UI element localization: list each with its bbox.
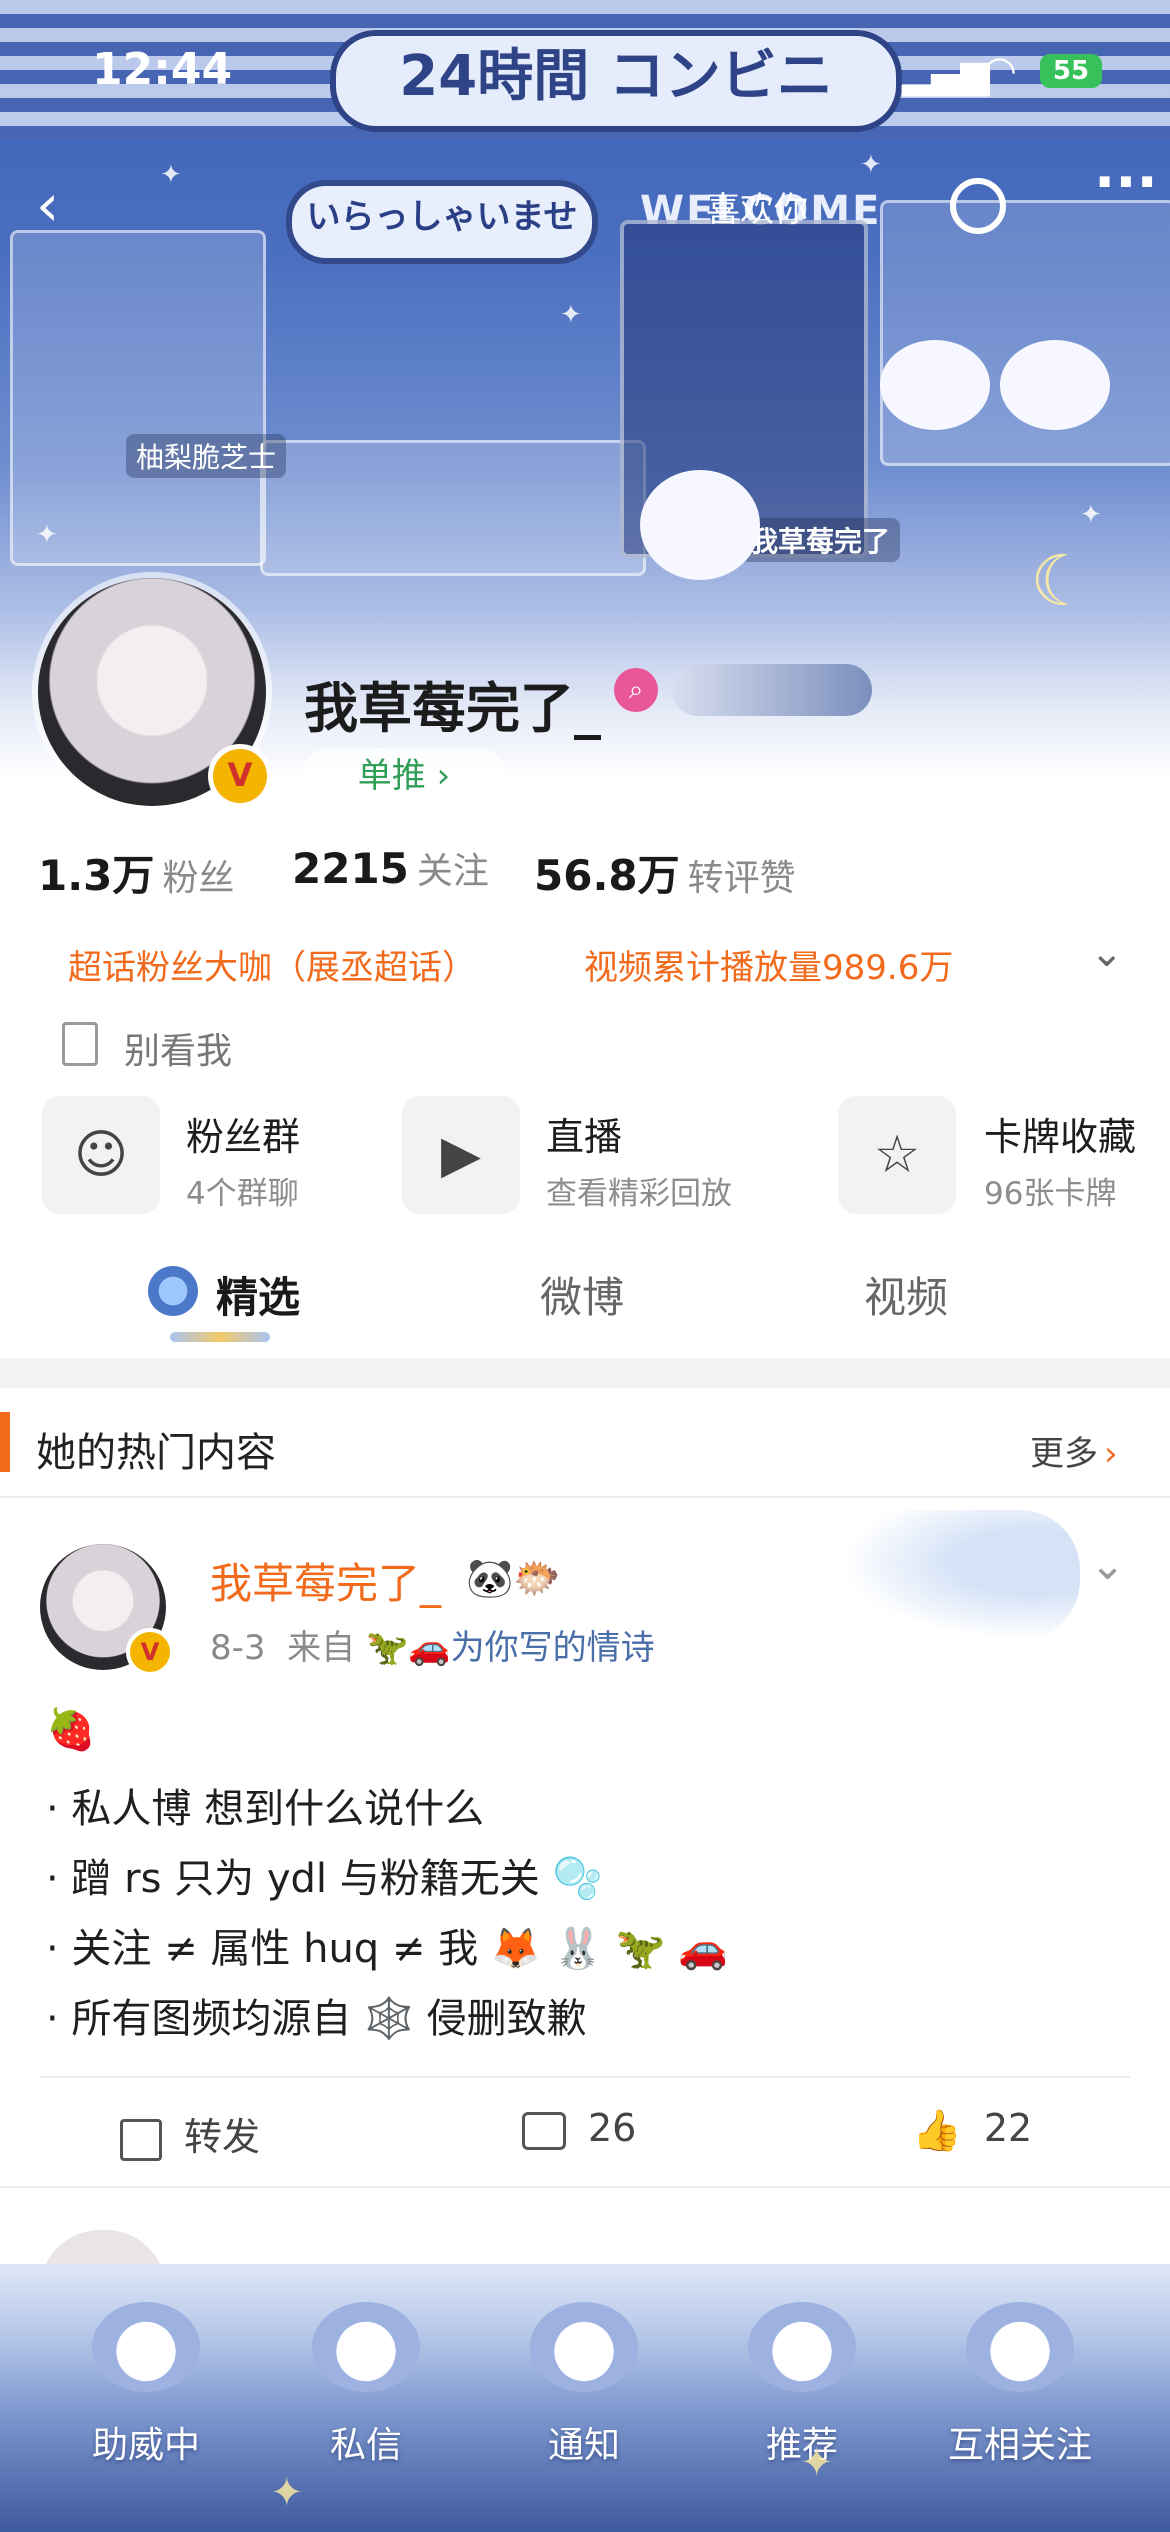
sparkle-icon: ✦ [270,2470,304,2516]
divider-line [0,2186,1170,2188]
moon-icon: ☾ [1030,540,1093,622]
store-sign: 24時間 コンビニ [330,30,902,132]
message-icon [312,2302,420,2392]
signal-icon: ▂▄▆ [902,52,990,96]
tab-featured[interactable]: 精选 [216,1264,300,1325]
battery-indicator: 55 [1040,54,1102,88]
card-collection[interactable]: ☆ 卡牌收藏 96张卡牌 [838,1096,1170,1216]
divider-line [0,1496,1170,1498]
comment-button[interactable]: 26 [522,2106,636,2150]
stat-followers[interactable]: 1.3万 粉丝 [38,842,234,903]
welcome-sign-jp: いらっしゃいませ [286,180,598,264]
store-counter [260,440,646,576]
more-icon[interactable]: ··· [1094,150,1158,215]
post-line: · 蹭 rs 只为 ydl 与粉籍无关 🫧 [46,1856,603,1902]
card-fan-group[interactable]: ☺ 粉丝群 4个群聊 [42,1096,422,1216]
sparkle-icon: ✦ [860,150,882,180]
status-time: 12:44 [92,44,233,95]
post-author-emoji: 🐼🐡 [466,1556,561,1600]
post-source[interactable]: 为你写的情诗 [451,1628,655,1668]
stat-following[interactable]: 2215 关注 [292,842,489,894]
post-line: · 关注 ≠ 属性 huq ≠ 我 🦊 🐰 🦖 🚗 [46,1926,729,1972]
repost-button[interactable]: 转发 [120,2106,260,2161]
verified-badge-icon: V [208,744,272,808]
sparkle-icon: ✦ [36,520,58,550]
document-icon [62,1022,98,1066]
hot-content-title: 她的热门内容 [36,1430,276,1476]
cheer-icon [92,2302,200,2392]
banner-user-tag: 柚梨脆芝士 [126,434,287,478]
notification-icon [530,2302,638,2392]
recommend-icon [748,2302,856,2392]
chevron-right-icon: › [1104,1434,1118,1474]
sparkle-icon: ✦ [560,300,582,330]
post-line: 🍓 [46,1707,96,1753]
like-button[interactable]: 👍 22 [912,2106,1032,2154]
tab-indicator [170,1332,270,1342]
post-line: · 私人博 想到什么说什么 [46,1786,485,1832]
search-icon[interactable] [950,178,1006,234]
wifi-icon: ◠ [982,48,1017,94]
store-shelf-left [10,230,266,566]
thumbs-up-icon: 👍 [912,2108,962,2154]
post-decoration [840,1510,1080,1640]
sparkle-icon: ✦ [800,2440,834,2486]
more-link[interactable]: 更多 › [1030,1426,1118,1475]
card-icon: ☆ [838,1096,956,1214]
divider-line [40,2076,1130,2078]
profile-bio: 别看我 [124,1031,233,1072]
tab-selected-icon [148,1266,198,1316]
post-meta: 8-3 来自 🦖🚗为你写的情诗 [210,1628,655,1668]
fan-badge-image [672,664,872,716]
stat-interactions[interactable]: 56.8万 转评赞 [534,842,796,903]
chevron-down-icon[interactable]: ⌄ [1090,930,1124,976]
section-divider [0,1358,1170,1388]
mutual-follow-icon [966,2302,1074,2392]
post-source-emoji: 🦖🚗 [365,1628,451,1668]
mascot-dog [640,470,760,580]
tab-weibo[interactable]: 微博 [540,1264,624,1325]
nav-cheer[interactable]: 助威中 [46,2302,246,2468]
supertopic-badge[interactable]: 超话粉丝大咖（展丞超话） [68,940,476,989]
post-line: · 所有图频均源自 🕸️ 侵删致歉 [46,1996,587,2042]
tab-video[interactable]: 视频 [864,1264,948,1325]
section-accent-bar [0,1412,10,1472]
banner-nav-hint: 喜欢你 [706,190,808,230]
card-live[interactable]: ▶ 直播 查看精彩回放 [402,1096,822,1216]
nav-notifications[interactable]: 通知 [484,2302,684,2468]
video-views-badge[interactable]: 视频累计播放量989.6万 [584,940,953,989]
banner-user-tag-2: 我草莓完了 [740,518,901,562]
sparkle-icon: ✦ [160,160,182,190]
post-verified-icon: V [126,1628,174,1676]
search-badge-icon[interactable]: ⌕ [614,668,658,712]
post-author[interactable]: 我草莓完了_ [210,1550,441,1611]
back-icon[interactable]: ‹ [36,176,59,234]
repost-icon [120,2118,162,2161]
danpush-button[interactable]: 单推 › [302,748,506,804]
sparkle-icon: ✦ [1080,500,1102,530]
tv-icon: ▶ [402,1096,520,1214]
nav-mutual-follow[interactable]: 互相关注 [920,2302,1120,2468]
mascot-dog-2 [880,340,990,430]
mascot-dog-3 [1000,340,1110,430]
nav-messages[interactable]: 私信 [266,2302,466,2468]
profile-username: 我草莓完了_ [304,677,601,740]
post-menu-icon[interactable]: ⌄ [1090,1540,1125,1589]
people-icon: ☺ [42,1096,160,1214]
comment-icon [522,2111,566,2150]
